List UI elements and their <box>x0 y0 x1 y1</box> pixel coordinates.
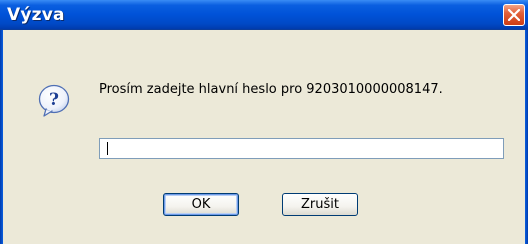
password-input[interactable] <box>99 138 504 159</box>
window-frame-left <box>0 30 3 244</box>
cancel-button[interactable]: Zrušit <box>282 193 358 216</box>
ok-button[interactable]: OK <box>163 193 239 216</box>
text-caret <box>107 142 108 155</box>
dialog-title: Výzva <box>7 5 65 25</box>
prompt-dialog: Výzva ? Prosím zadejte hlavní heslo pro … <box>0 0 528 244</box>
question-icon: ? <box>38 84 70 117</box>
title-bar[interactable]: Výzva <box>0 0 528 30</box>
close-icon <box>508 9 520 21</box>
prompt-message: Prosím zadejte hlavní heslo pro 92030100… <box>99 82 443 97</box>
close-button[interactable] <box>503 4 525 26</box>
svg-text:?: ? <box>49 90 59 110</box>
